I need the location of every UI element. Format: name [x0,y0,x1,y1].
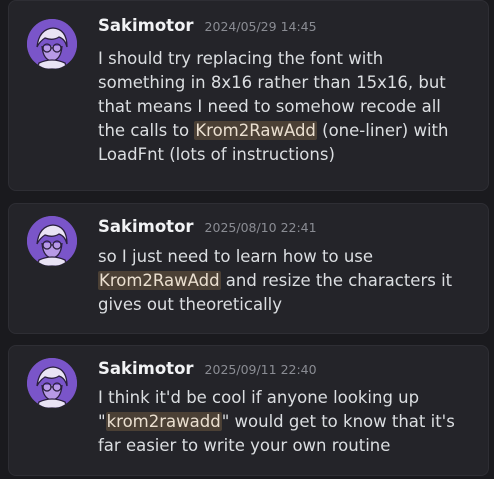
user-avatar-icon[interactable] [27,19,77,69]
message-timestamp: 2025/09/11 22:40 [204,362,317,377]
message-feed: Sakimotor 2024/05/29 14:45 I should try … [0,0,494,479]
highlighted-term: Krom2RawAdd [98,271,221,290]
message-line: something in 8x16 rather than 15x16, but [98,73,446,92]
message-line: the calls to Krom2RawAdd (one-liner) wit… [98,121,449,140]
message-card: Sakimotor 2024/05/29 14:45 I should try … [8,0,489,191]
message-line: I should try replacing the font with [98,49,384,68]
author-name[interactable]: Sakimotor [98,16,194,35]
user-avatar-icon[interactable] [27,358,77,408]
message-line: far easier to write your own routine [98,436,391,455]
message-header: Sakimotor 2024/05/29 14:45 [98,16,317,35]
message-card: Sakimotor 2025/09/11 22:40 I think it'd … [8,345,489,476]
message-header: Sakimotor 2025/08/10 22:41 [98,217,317,236]
message-line: LoadFnt (lots of instructions) [98,145,335,164]
message-line: I think it'd be cool if anyone looking u… [98,388,420,407]
message-body: so I just need to learn how to use Krom2… [98,245,478,317]
highlighted-term: Krom2RawAdd [194,121,317,140]
message-line: Krom2RawAdd and resize the characters it [98,271,453,290]
user-avatar-icon[interactable] [27,216,77,266]
highlighted-term: krom2rawadd [105,412,222,431]
message-timestamp: 2025/08/10 22:41 [204,220,317,235]
message-body: I should try replacing the font with som… [98,47,478,167]
message-card: Sakimotor 2025/08/10 22:41 so I just nee… [8,203,489,334]
author-name[interactable]: Sakimotor [98,359,194,378]
message-body: I think it'd be cool if anyone looking u… [98,386,478,458]
message-header: Sakimotor 2025/09/11 22:40 [98,359,317,378]
message-line: gives out theoretically [98,295,282,314]
message-line: that means I need to somehow recode all [98,97,441,116]
message-line: so I just need to learn how to use [98,247,374,266]
message-line: "krom2rawadd" would get to know that it'… [98,412,455,431]
author-name[interactable]: Sakimotor [98,217,194,236]
message-timestamp: 2024/05/29 14:45 [204,19,317,34]
